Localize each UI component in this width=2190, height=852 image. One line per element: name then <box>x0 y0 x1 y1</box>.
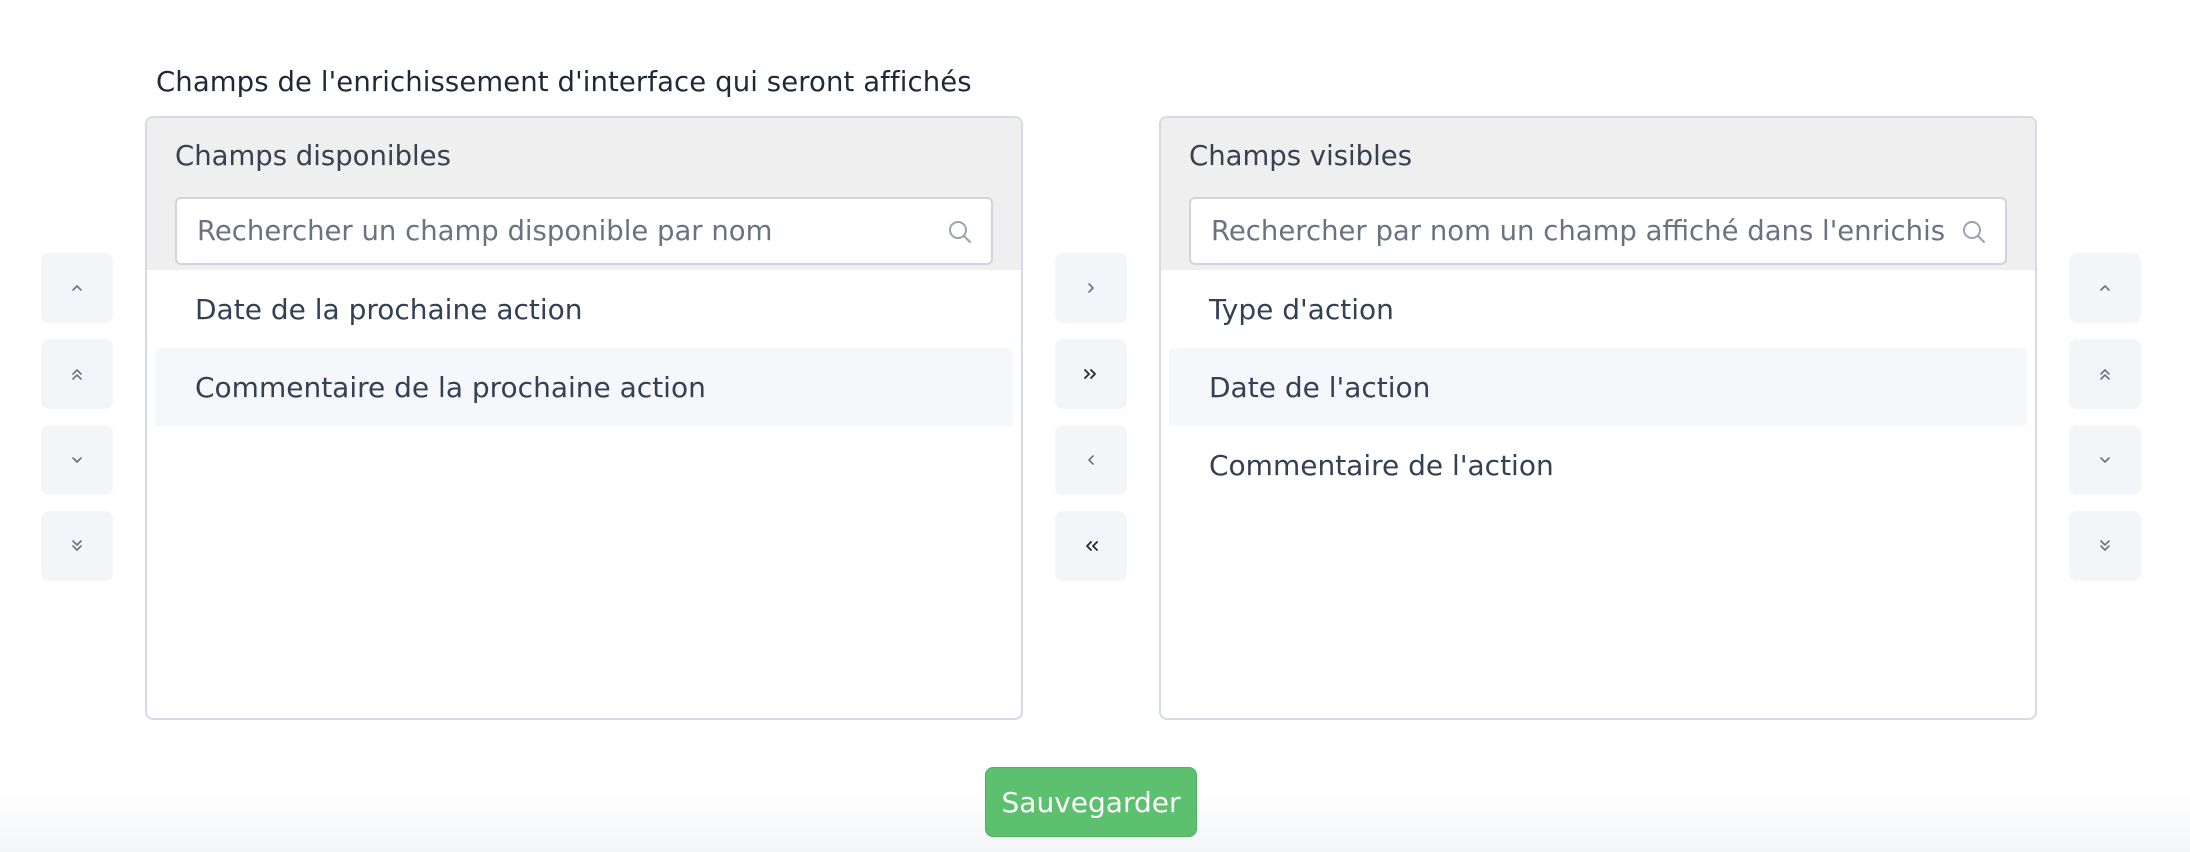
save-button[interactable]: Sauvegarder <box>985 767 1197 837</box>
visible-fields-list: Type d'action Date de l'action Commentai… <box>1161 270 2035 504</box>
chevron-up-icon <box>72 285 82 291</box>
visible-fields-panel: Champs visibles Type d'action Date de l'… <box>1159 116 2037 720</box>
move-top-button[interactable] <box>41 339 113 409</box>
move-all-left-button[interactable] <box>1055 511 1127 581</box>
chevrons-left-icon <box>1086 541 1098 551</box>
move-selected-right-button[interactable] <box>1055 253 1127 323</box>
available-field-item[interactable]: Commentaire de la prochaine action <box>155 348 1013 426</box>
move-down-button[interactable] <box>41 425 113 495</box>
chevron-left-icon <box>1088 455 1094 465</box>
chevrons-down-icon <box>2100 540 2110 551</box>
visible-field-item[interactable]: Date de l'action <box>1169 348 2027 426</box>
available-field-item[interactable]: Date de la prochaine action <box>155 270 1013 348</box>
available-search-input[interactable] <box>197 199 932 263</box>
available-reorder-controls <box>41 253 113 597</box>
chevrons-up-icon <box>2100 369 2110 380</box>
chevrons-up-icon <box>72 369 82 380</box>
visible-search-input[interactable] <box>1211 199 1946 263</box>
move-bottom-button[interactable] <box>2069 511 2141 581</box>
move-selected-left-button[interactable] <box>1055 425 1127 495</box>
visible-search-box <box>1189 197 2007 265</box>
visible-reorder-controls <box>2069 253 2141 597</box>
chevron-up-icon <box>2100 285 2110 291</box>
chevron-right-icon <box>1088 283 1094 293</box>
visible-panel-title: Champs visibles <box>1189 140 1413 172</box>
chevron-down-icon <box>72 457 82 463</box>
available-fields-panel: Champs disponibles Date de la prochaine … <box>145 116 1023 720</box>
visible-panel-header: Champs visibles <box>1161 118 2035 270</box>
transfer-controls <box>1055 253 1127 597</box>
move-all-right-button[interactable] <box>1055 339 1127 409</box>
move-up-button[interactable] <box>41 253 113 323</box>
section-label: Champs de l'enrichissement d'interface q… <box>156 66 972 98</box>
available-panel-header: Champs disponibles <box>147 118 1021 270</box>
move-down-button[interactable] <box>2069 425 2141 495</box>
available-panel-title: Champs disponibles <box>175 140 451 172</box>
move-bottom-button[interactable] <box>41 511 113 581</box>
chevron-down-icon <box>2100 457 2110 463</box>
chevrons-down-icon <box>72 540 82 551</box>
visible-field-item[interactable]: Commentaire de l'action <box>1169 426 2027 504</box>
search-icon <box>949 221 971 243</box>
available-fields-list: Date de la prochaine action Commentaire … <box>147 270 1021 426</box>
move-top-button[interactable] <box>2069 339 2141 409</box>
move-up-button[interactable] <box>2069 253 2141 323</box>
visible-field-item[interactable]: Type d'action <box>1169 270 2027 348</box>
chevrons-right-icon <box>1084 369 1096 379</box>
search-icon <box>1963 221 1985 243</box>
available-search-box <box>175 197 993 265</box>
